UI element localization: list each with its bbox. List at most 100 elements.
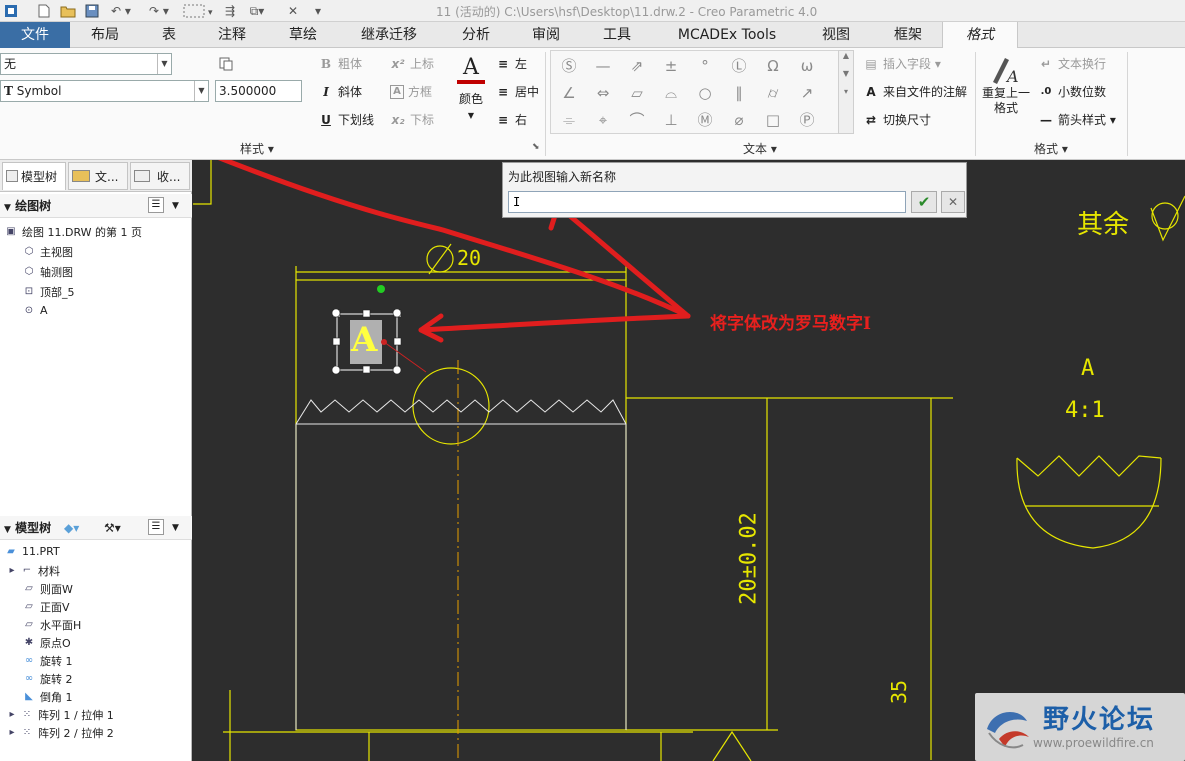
profile-line-icon[interactable]: ⌒ <box>621 107 653 133</box>
tab-mcadex-tools[interactable]: MCADEx Tools <box>656 22 798 48</box>
tab-tools[interactable]: 工具 <box>578 22 656 48</box>
tab-legacy-migration[interactable]: 继承迁移 <box>340 22 438 48</box>
cylindricity-icon[interactable]: ⌭ <box>757 80 789 106</box>
note-letter[interactable]: A <box>351 320 377 360</box>
repeat-last-format-button[interactable]: A 重复上一格式 <box>980 52 1032 116</box>
tree-settings-icon[interactable]: ☰ <box>148 519 164 535</box>
tab-file[interactable]: 文件 <box>0 22 70 48</box>
symmetry-icon[interactable]: ⌯ <box>553 107 585 133</box>
expand-icon[interactable]: ▸ <box>8 565 16 577</box>
dimension-35[interactable]: 35 <box>887 680 911 704</box>
save-icon[interactable] <box>84 2 100 20</box>
style-group-label[interactable]: 样式 ▾ <box>240 140 274 157</box>
app-icon[interactable] <box>2 2 20 20</box>
chevron-down-icon[interactable]: ▼ <box>172 194 179 218</box>
straightness-icon[interactable]: — <box>587 53 619 79</box>
style-dialog-launcher[interactable]: ⬊ <box>532 142 540 152</box>
new-file-icon[interactable] <box>36 2 52 20</box>
note-handle[interactable] <box>331 365 341 375</box>
arrow-style-button[interactable]: — 箭头样式 ▾ <box>1038 111 1116 128</box>
tree-item-chamfer-1[interactable]: ◣ 倒角 1 <box>22 689 72 705</box>
tab-sketch[interactable]: 草绘 <box>266 22 340 48</box>
text-group-label[interactable]: 文本 ▾ <box>743 140 777 157</box>
confirm-button[interactable]: ✔ <box>911 191 937 213</box>
tree-settings-icon[interactable]: ☰ <box>148 197 164 213</box>
subscript-button[interactable]: x₂ 下标 <box>390 111 435 128</box>
symbol-palette-scroll[interactable]: ▲ ▼ ▾ <box>838 50 854 134</box>
plus-minus-icon[interactable]: ± <box>655 53 687 79</box>
collapse-icon[interactable]: ▼ <box>4 203 11 213</box>
rotate-handle[interactable] <box>377 285 385 293</box>
windows-icon[interactable]: ⇶ <box>222 2 238 20</box>
tab-view[interactable]: 视图 <box>798 22 874 48</box>
total-runout-icon[interactable]: ⇗ <box>621 53 653 79</box>
tab-table[interactable]: 表 <box>140 22 198 48</box>
tree-item-detail-view[interactable]: ⊙ A <box>22 304 48 317</box>
tree-item-isometric-view[interactable]: ⬡ 轴测图 <box>22 264 73 280</box>
align-center-button[interactable]: ≡ 居中 <box>495 83 539 100</box>
copy-style-icon[interactable] <box>218 56 234 72</box>
tab-folder-browser[interactable]: 文... <box>68 162 128 190</box>
tree-item-drawing-sheet[interactable]: ▣ 绘图 11.DRW 的第 1 页 <box>4 224 142 240</box>
tree-item-plane-h[interactable]: ▱ 水平面H <box>22 617 81 633</box>
from-file-annotation-button[interactable]: A 来自文件的注解 <box>863 83 967 100</box>
tree-item-part[interactable]: ▰ 11.PRT <box>4 545 60 558</box>
expand-icon[interactable]: ▸ <box>8 709 16 721</box>
superscript-button[interactable]: x² 上标 <box>390 55 435 72</box>
note-handle[interactable] <box>392 365 402 375</box>
tree-item-plane-v[interactable]: ▱ 正面V <box>22 599 69 615</box>
statistical-tolerance-icon[interactable]: Ⓢ <box>553 53 585 79</box>
projected-tolerance-icon[interactable]: Ⓟ <box>791 107 823 133</box>
omega-icon[interactable]: Ω <box>757 53 789 79</box>
position-icon[interactable]: ⌖ <box>587 107 619 133</box>
switch-window-icon[interactable]: ⧉▾ <box>246 2 268 20</box>
tree-item-origin[interactable]: ✱ 原点O <box>22 635 71 651</box>
decimal-places-button[interactable]: .0 小数位数 <box>1038 83 1106 100</box>
tab-review[interactable]: 审阅 <box>514 22 578 48</box>
tools-icon[interactable]: ⚒▾ <box>104 516 121 540</box>
box-button[interactable]: A 方框 <box>390 83 432 100</box>
flatness-icon[interactable]: ▱ <box>621 80 653 106</box>
lmc-icon[interactable]: Ⓛ <box>723 53 755 79</box>
tree-item-revolve-2[interactable]: ∞ 旋转 2 <box>22 671 73 687</box>
tab-favorites[interactable]: 收... <box>130 162 190 190</box>
tree-item-top-view[interactable]: ⊡ 顶部_5 <box>22 284 75 300</box>
tree-item-main-view[interactable]: ⬡ 主视图 <box>22 244 73 260</box>
italic-button[interactable]: I 斜体 <box>318 83 362 100</box>
bold-button[interactable]: B 粗体 <box>318 55 362 72</box>
drawing-canvas[interactable]: 20 A 其余 A 4:1 20±0.02 35 <box>193 160 1185 761</box>
degree-icon[interactable]: ° <box>689 53 721 79</box>
mmc-icon[interactable]: Ⓜ <box>689 107 721 133</box>
cancel-button[interactable]: ✕ <box>941 191 965 213</box>
profile-surface-icon[interactable]: ⌓ <box>655 80 687 106</box>
detail-scale[interactable]: 4:1 <box>1065 398 1105 423</box>
text-wrap-button[interactable]: ↵ 文本换行 <box>1038 55 1106 72</box>
runout-icon[interactable]: ↗ <box>791 80 823 106</box>
note-handle[interactable] <box>331 308 341 318</box>
tab-layout[interactable]: 布局 <box>70 22 140 48</box>
expand-icon[interactable]: ▸ <box>8 727 16 739</box>
perpendicularity-icon[interactable]: ⊥ <box>655 107 687 133</box>
tab-frame[interactable]: 框架 <box>874 22 942 48</box>
tab-analysis[interactable]: 分析 <box>438 22 514 48</box>
detail-label[interactable]: A <box>1081 356 1094 381</box>
tree-item-plane-w[interactable]: ▱ 则面W <box>22 581 73 597</box>
redo-icon[interactable]: ↷ ▾ <box>146 2 172 20</box>
open-file-icon[interactable] <box>60 2 76 20</box>
note-handle[interactable] <box>362 309 371 318</box>
note-handle[interactable] <box>362 365 371 374</box>
diameter-text[interactable]: 20 <box>457 246 481 270</box>
format-group-label[interactable]: 格式 ▾ <box>1034 140 1068 157</box>
toggle-dimension-button[interactable]: ⇄ 切换尺寸 <box>863 111 931 128</box>
close-window-icon[interactable]: ✕ <box>286 2 300 20</box>
square-icon[interactable]: □ <box>757 107 789 133</box>
note-handle[interactable] <box>392 308 402 318</box>
style-combo[interactable]: 无 ▼ <box>0 53 172 75</box>
regenerate-icon[interactable]: ▾ <box>182 2 218 20</box>
tree-item-material[interactable]: ▸ ⌐ 材料 <box>8 563 60 579</box>
show-icon[interactable]: ◆▾ <box>64 516 79 540</box>
tree-item-revolve-1[interactable]: ∞ 旋转 1 <box>22 653 73 669</box>
font-combo[interactable]: T Symbol ▼ <box>0 80 209 102</box>
diameter-icon[interactable]: ⌀ <box>723 107 755 133</box>
vertical-dimension[interactable]: 20±0.02 <box>737 489 762 629</box>
